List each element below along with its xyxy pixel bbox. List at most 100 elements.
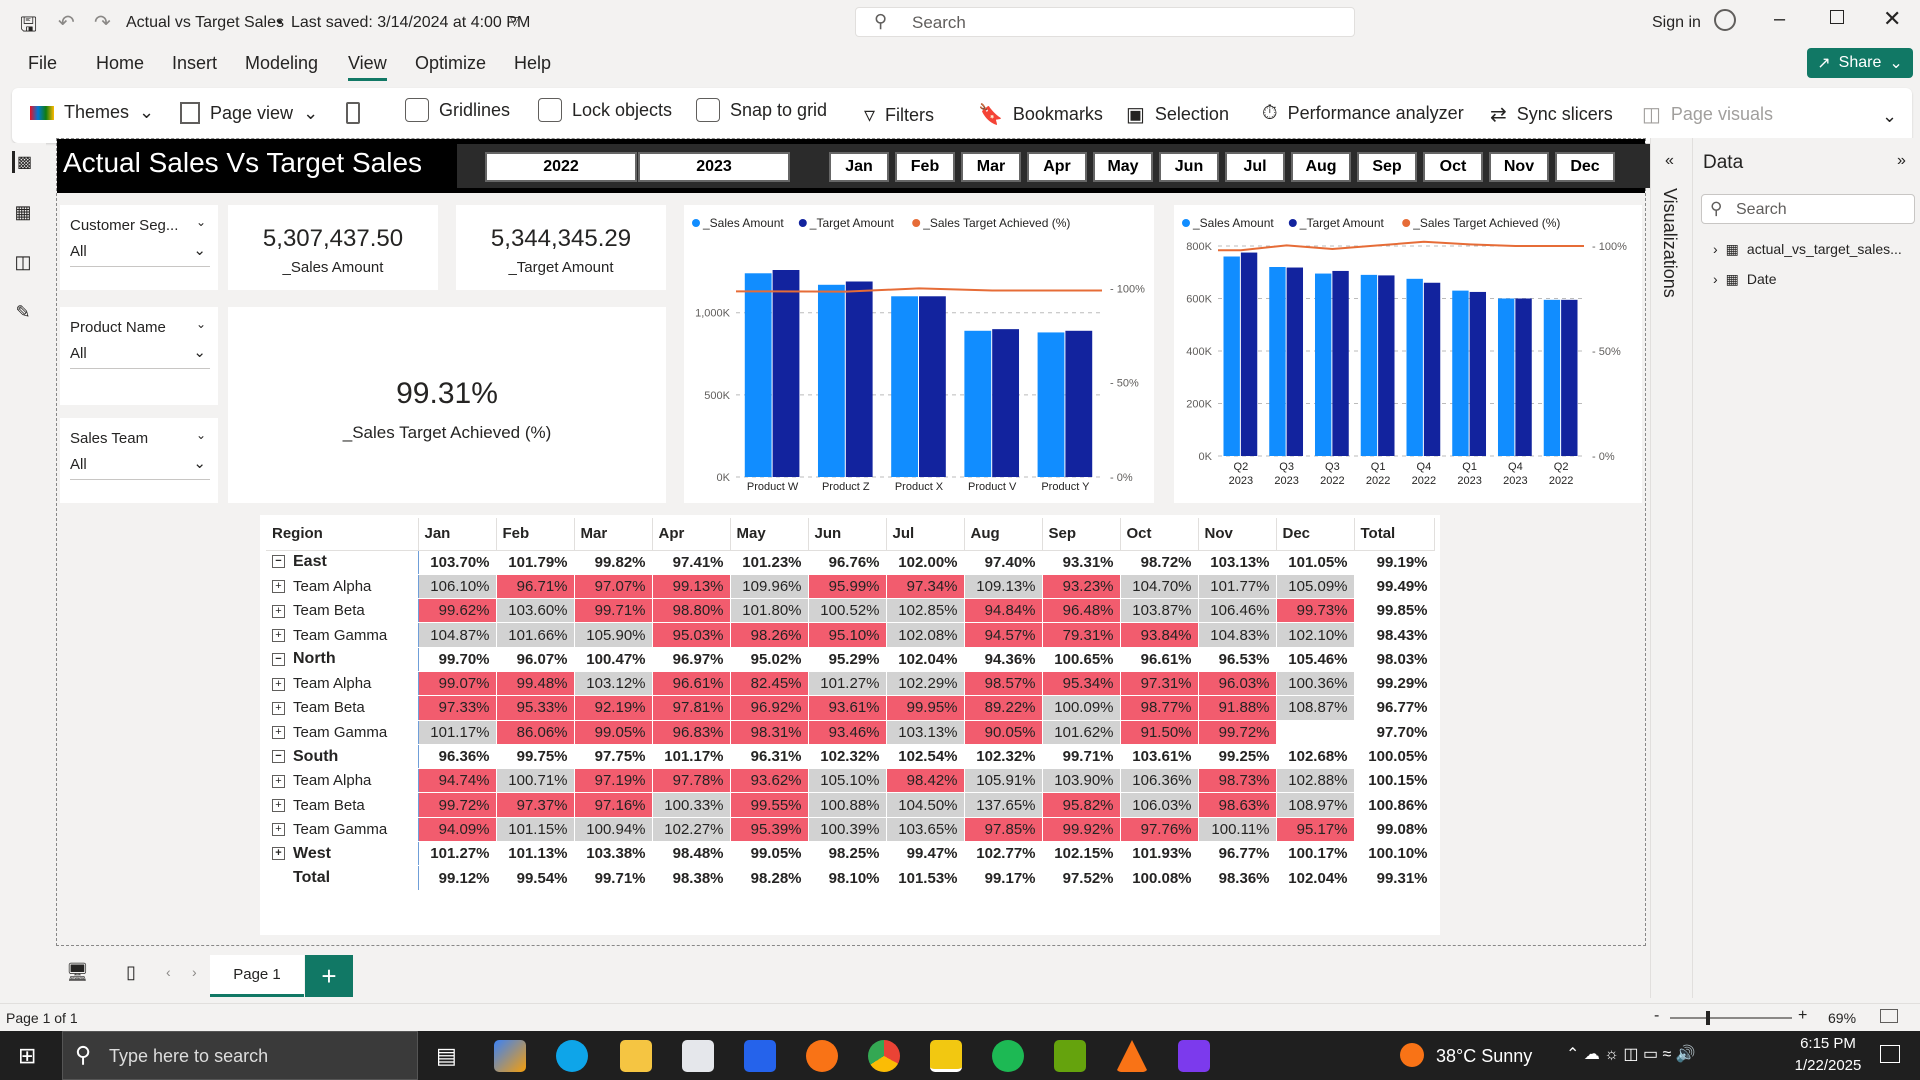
month-button[interactable]: Dec [1555, 152, 1615, 182]
matrix-cell[interactable]: 101.15% [496, 817, 575, 843]
matrix-cell[interactable]: 106.03% [1120, 792, 1199, 818]
matrix-cell[interactable]: 104.50% [886, 792, 965, 818]
matrix-cell[interactable]: 98.25% [808, 841, 887, 867]
power-bi-icon[interactable] [930, 1040, 962, 1072]
matrix-row[interactable]: − South 96.36% 99.75% 97.75% 101.17% 96.31% 102… [266, 744, 1435, 770]
matrix-cell[interactable]: 98.48% [652, 841, 731, 867]
gridlines-checkbox[interactable] [405, 98, 429, 122]
matrix-cell[interactable]: 95.39% [730, 817, 809, 843]
matrix-cell[interactable]: 106.10% [418, 574, 497, 600]
matrix-row[interactable]: − North 99.70% 96.07% 100.47% 96.97% 95.02% 95.… [266, 647, 1435, 672]
matrix-cell[interactable]: 95.82% [1042, 792, 1121, 818]
matrix-cell[interactable]: 79.31% [1042, 622, 1121, 648]
matrix-column-header[interactable]: Nov [1198, 518, 1277, 551]
matrix-cell[interactable]: 97.76% [1120, 817, 1199, 843]
matrix-cell[interactable]: 102.29% [886, 671, 965, 697]
system-tray-icons[interactable]: ⌃ ☁ ☼ ◫ ▭ ≈ 🔊 [1566, 1044, 1696, 1064]
matrix-cell[interactable]: 106.36% [1120, 768, 1199, 794]
matrix-cell[interactable]: 103.61% [1120, 744, 1199, 770]
matrix-row[interactable]: + Team Beta 99.62% 103.60% 99.71% 98.80% 101.8… [266, 598, 1435, 624]
save-icon[interactable]: 🖫 [20, 10, 37, 44]
matrix-row[interactable]: + Team Gamma 101.17% 86.06% 99.05% 96.83% 98.3… [266, 720, 1435, 745]
matrix-cell[interactable]: 100.86% [1354, 792, 1435, 818]
matrix-cell[interactable]: 97.19% [574, 768, 653, 794]
matrix-cell[interactable]: 102.27% [652, 817, 731, 843]
redo-icon[interactable]: ↷ [94, 10, 111, 35]
undo-icon[interactable]: ↶ [58, 10, 75, 35]
matrix-cell[interactable]: 99.54% [496, 865, 575, 891]
matrix-cell[interactable]: 96.07% [496, 647, 575, 672]
matrix-cell[interactable]: 99.92% [1042, 817, 1121, 843]
model-view-icon[interactable]: ◫ [12, 251, 34, 273]
visualizations-label[interactable]: Visualizations [1659, 188, 1680, 298]
matrix-cell[interactable]: 98.03% [1354, 647, 1435, 672]
matrix-cell[interactable]: 99.48% [496, 671, 575, 697]
matrix-cell[interactable]: 101.53% [886, 865, 965, 891]
expand-icon[interactable]: + [272, 799, 285, 813]
region-month-matrix[interactable]: Region Jan Feb Mar Apr May Jun Jul Aug Sep Oct Nov D… [260, 515, 1440, 935]
file-explorer-icon[interactable] [620, 1040, 652, 1072]
matrix-cell[interactable]: 82.45% [730, 671, 809, 697]
matrix-cell[interactable]: 98.73% [1198, 768, 1277, 794]
matrix-cell[interactable]: 102.77% [964, 841, 1043, 867]
matrix-cell[interactable]: 97.07% [574, 574, 653, 600]
matrix-cell[interactable]: 101.77% [1198, 574, 1277, 600]
matrix-cell[interactable]: 93.46% [808, 720, 887, 745]
month-button[interactable]: Nov [1489, 152, 1549, 182]
matrix-cell[interactable]: 97.41% [652, 550, 731, 575]
matrix-cell[interactable]: 93.62% [730, 768, 809, 794]
matrix-cell[interactable]: 96.48% [1042, 598, 1121, 624]
matrix-cell[interactable]: 100.65% [1042, 647, 1121, 672]
matrix-cell[interactable]: 105.09% [1276, 574, 1355, 600]
matrix-cell[interactable]: 97.31% [1120, 671, 1199, 697]
matrix-cell[interactable]: 99.19% [1354, 550, 1435, 575]
menu-home[interactable]: Home [96, 53, 144, 74]
snap-checkbox[interactable] [696, 98, 720, 122]
matrix-cell[interactable]: 96.76% [808, 550, 887, 575]
matrix-cell[interactable]: 101.27% [418, 841, 497, 867]
collapse-icon[interactable]: − [272, 749, 285, 763]
matrix-row-header[interactable]: + Team Alpha [266, 574, 419, 600]
expand-icon[interactable]: + [272, 580, 285, 594]
matrix-cell[interactable]: 91.88% [1198, 695, 1277, 721]
matrix-cell[interactable]: 98.77% [1120, 695, 1199, 721]
menu-view[interactable]: View [348, 53, 387, 81]
matrix-row[interactable]: + West 101.27% 101.13% 103.38% 98.48% 99.05% 98… [266, 841, 1435, 867]
matrix-cell[interactable]: 101.93% [1120, 841, 1199, 867]
edge-icon[interactable] [556, 1040, 588, 1072]
matrix-cell[interactable]: 99.62% [418, 598, 497, 624]
matrix-cell[interactable]: 95.10% [808, 622, 887, 648]
product-name-slicer[interactable]: Product Name ⌄ All ⌄ [60, 307, 218, 405]
matrix-row-header[interactable]: − South [266, 744, 419, 770]
chevron-down-icon[interactable]: ⌄ [196, 317, 206, 331]
product-combo-chart[interactable]: _Sales Amount _Target Amount _Sales Target… [684, 205, 1154, 503]
matrix-cell[interactable]: 105.91% [964, 768, 1043, 794]
selection-button[interactable]: ▣ Selection [1126, 102, 1229, 127]
matrix-cell[interactable]: 97.75% [574, 744, 653, 770]
matrix-cell[interactable]: 96.61% [652, 671, 731, 697]
matrix-column-header[interactable]: Dec [1276, 518, 1355, 551]
matrix-cell[interactable]: 98.38% [652, 865, 731, 891]
matrix-cell[interactable] [1276, 720, 1355, 745]
sync-slicers-button[interactable]: ⇄ Sync slicers [1490, 102, 1613, 127]
matrix-cell[interactable]: 94.09% [418, 817, 497, 843]
matrix-cell[interactable]: 99.13% [652, 574, 731, 600]
matrix-cell[interactable]: 102.15% [1042, 841, 1121, 867]
title-search[interactable]: ⚲ Search [855, 7, 1355, 37]
windows-start-icon[interactable]: ⊞ [18, 1043, 36, 1069]
sales-amount-card[interactable]: 5,307,437.50 _Sales Amount [228, 205, 438, 290]
month-button[interactable]: Jan [829, 152, 889, 182]
ribbon-collapse-icon[interactable]: ⌄ [1882, 106, 1897, 127]
maximize-icon[interactable] [1830, 10, 1844, 24]
performance-analyzer-button[interactable]: ⏱ Performance analyzer [1262, 102, 1464, 125]
matrix-cell[interactable]: 103.87% [1120, 598, 1199, 624]
themes-button[interactable]: Themes ⌄ [30, 102, 154, 123]
year-button-2022[interactable]: 2022 [485, 152, 637, 182]
vlc-icon[interactable] [1116, 1040, 1148, 1072]
matrix-cell[interactable]: 105.46% [1276, 647, 1355, 672]
matrix-row[interactable]: + Team Gamma 94.09% 101.15% 100.94% 102.27% 95… [266, 817, 1435, 843]
matrix-cell[interactable]: 104.87% [418, 622, 497, 648]
taskbar-search[interactable]: ⚲ Type here to search [62, 1031, 418, 1080]
weather-icon[interactable] [1400, 1043, 1424, 1067]
matrix-column-header[interactable]: Jul [886, 518, 965, 551]
